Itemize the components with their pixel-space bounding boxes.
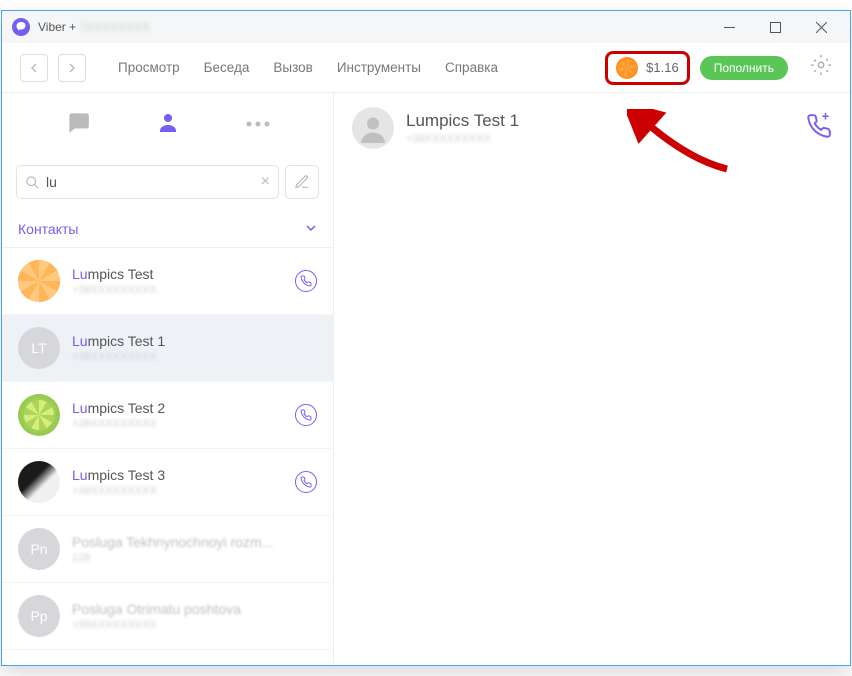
contact-name: Lumpics Test 1 — [72, 333, 317, 349]
window-title: Viber + 7XXXXXXXX — [38, 20, 150, 34]
contact-row[interactable]: Pp Posluga Otrimatu poshtova +38XXXXXXXXX — [2, 583, 333, 650]
tab-contacts-icon[interactable] — [156, 110, 180, 139]
contact-name: Lumpics Test — [72, 266, 283, 282]
contact-avatar: Pp — [18, 595, 60, 637]
maximize-button[interactable] — [752, 11, 798, 43]
sidebar: × Контакты Lumpics Test+38XXXXXXXXXLTLum… — [2, 93, 334, 665]
balance-box[interactable]: $1.16 — [605, 51, 690, 85]
viber-out-coin-icon — [616, 57, 638, 79]
minimize-button[interactable] — [706, 11, 752, 43]
contact-sub: +38XXXXXXXXX — [72, 418, 283, 430]
viber-badge-icon — [295, 404, 317, 426]
tab-more-icon[interactable] — [245, 115, 271, 133]
contact-name: Posluga Tekhnynochnoyi rozm... — [72, 534, 317, 550]
contact-sub: +38XXXXXXXXX — [72, 351, 317, 363]
menu-call[interactable]: Вызов — [273, 60, 312, 75]
contact-row[interactable]: Pn Posluga Tekhnynochnoyi rozm... 128 — [2, 516, 333, 583]
tab-chats-icon[interactable] — [65, 109, 91, 140]
nav-back-button[interactable] — [20, 54, 48, 82]
contact-avatar — [18, 394, 60, 436]
menu-tools[interactable]: Инструменты — [337, 60, 421, 75]
search-input[interactable] — [46, 174, 261, 190]
search-icon — [25, 175, 40, 190]
contact-sub: +38XXXXXXXXX — [72, 485, 283, 497]
contact-row[interactable]: Lumpics Test 2 +38XXXXXXXXX — [2, 382, 333, 449]
viber-logo-icon — [12, 18, 30, 36]
chat-avatar[interactable] — [352, 107, 394, 149]
contact-avatar: LT — [18, 327, 60, 369]
menu-chat[interactable]: Беседа — [204, 60, 250, 75]
chat-title-name: Lumpics Test 1 — [406, 111, 519, 131]
close-button[interactable] — [798, 11, 844, 43]
viber-badge-icon — [295, 270, 317, 292]
chevron-down-icon — [305, 221, 317, 237]
title-bar: Viber + 7XXXXXXXX — [2, 11, 850, 43]
contact-name: Posluga Otrimatu poshtova — [72, 601, 317, 617]
contact-avatar — [18, 461, 60, 503]
search-box[interactable]: × — [16, 165, 279, 199]
contact-sub: 128 — [72, 552, 317, 564]
viber-window: Viber + 7XXXXXXXX Просмотр Беседа Вызов … — [1, 10, 851, 666]
compose-button[interactable] — [285, 165, 319, 199]
toolbar: Просмотр Беседа Вызов Инструменты Справк… — [2, 43, 850, 93]
contact-name: Lumpics Test 3 — [72, 467, 283, 483]
contact-name: Lumpics Test 2 — [72, 400, 283, 416]
top-up-button[interactable]: Пополнить — [700, 56, 788, 80]
contact-row[interactable]: Lumpics Test +38XXXXXXXXX — [2, 248, 333, 315]
main-content: Lumpics Test 1 +38XXXXXXXXX — [334, 93, 850, 665]
contact-row[interactable]: Lumpics Test 3 +38XXXXXXXXX — [2, 449, 333, 516]
contact-sub: +38XXXXXXXXX — [72, 284, 283, 296]
contacts-section-header[interactable]: Контакты — [2, 209, 333, 248]
chat-header: Lumpics Test 1 +38XXXXXXXXX — [334, 93, 850, 163]
settings-gear-icon[interactable] — [810, 54, 832, 81]
viber-badge-icon — [295, 471, 317, 493]
contact-avatar — [18, 260, 60, 302]
contact-avatar: Pn — [18, 528, 60, 570]
nav-forward-button[interactable] — [58, 54, 86, 82]
contact-row[interactable]: LT Lumpics Test 1 +38XXXXXXXXX — [2, 315, 333, 382]
balance-amount: $1.16 — [646, 60, 679, 75]
viber-out-call-icon[interactable] — [806, 113, 832, 144]
contact-sub: +38XXXXXXXXX — [72, 619, 317, 631]
menu-view[interactable]: Просмотр — [118, 60, 180, 75]
clear-search-icon[interactable]: × — [261, 173, 270, 191]
contacts-list: Lumpics Test +38XXXXXXXXX LT Lumpics Test 1… — [2, 248, 333, 650]
chat-title-sub: +38XXXXXXXXX — [406, 133, 519, 145]
menu-help[interactable]: Справка — [445, 60, 498, 75]
